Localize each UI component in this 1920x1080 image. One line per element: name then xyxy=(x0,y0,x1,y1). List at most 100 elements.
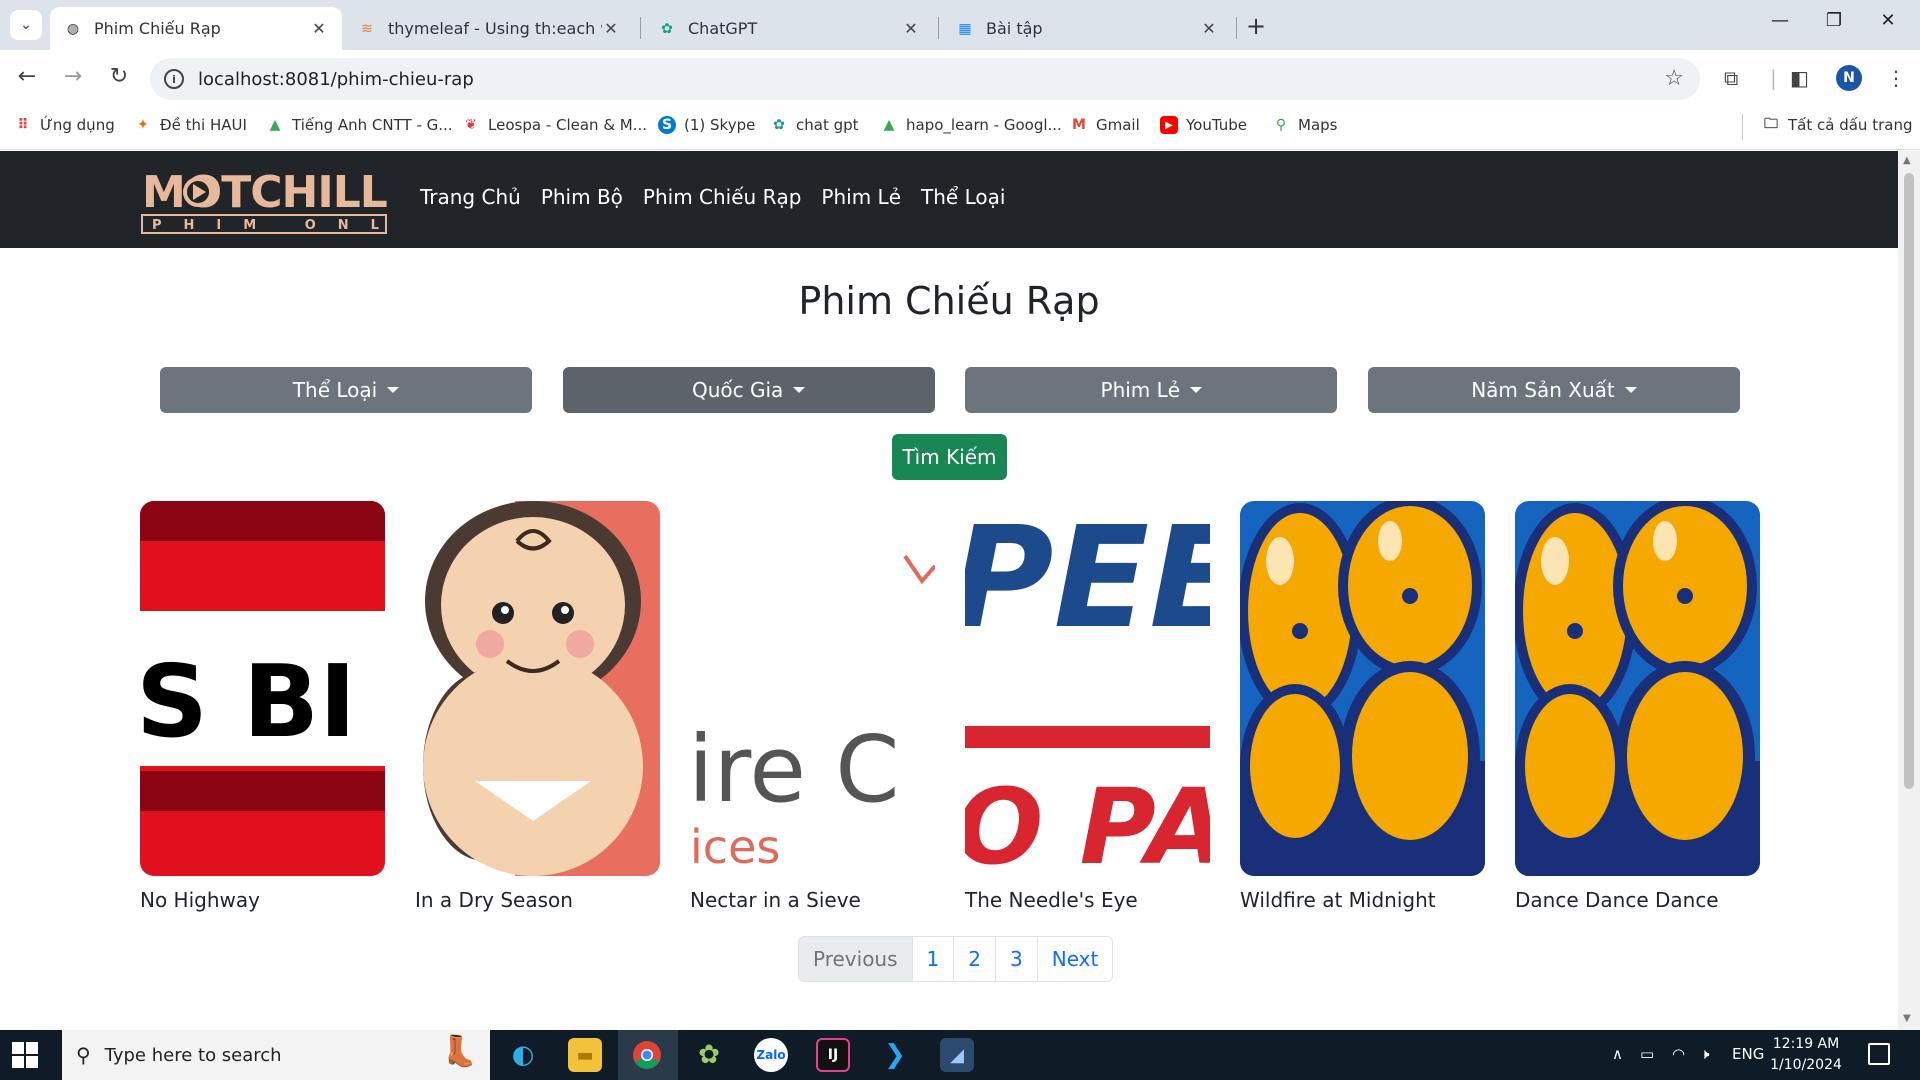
site-logo[interactable]: MOTCHILL PHIM ONLINE xyxy=(140,165,470,235)
notification-icon[interactable] xyxy=(1868,1043,1890,1065)
close-icon[interactable]: ✕ xyxy=(902,19,920,38)
filter-the-loai-dropdown[interactable]: Thể Loại xyxy=(160,367,532,413)
movie-title[interactable]: The Needle's Eye xyxy=(965,888,1210,912)
back-icon[interactable]: ← xyxy=(12,64,42,89)
nav-the-loai[interactable]: Thể Loại xyxy=(921,185,1005,209)
movie-card[interactable]: Wildfire at Midnight xyxy=(1240,501,1485,912)
pagination: Previous 1 2 3 Next xyxy=(798,936,1114,982)
pagination-page-1[interactable]: 1 xyxy=(911,937,954,981)
reload-icon[interactable]: ↻ xyxy=(104,64,134,89)
movie-card[interactable]: PEE O PAR The Needle's Eye xyxy=(965,501,1210,912)
file-explorer-icon[interactable]: ▬ xyxy=(568,1038,602,1072)
bookmark-leospa[interactable]: ❦ Leospa - Clean & M... xyxy=(462,116,647,134)
tab-bai-tap[interactable]: ▦ Bài tập ✕ xyxy=(942,7,1232,50)
bookmark-apps[interactable]: ⠿ Ứng dụng xyxy=(14,116,115,134)
windows-taskbar: ⚲ Type here to search 👢 ◐ ▬ ✿ Zalo IJ ❯ … xyxy=(0,1030,1920,1080)
bookmark-gmail[interactable]: M Gmail xyxy=(1070,116,1140,134)
edge-icon[interactable]: ◐ xyxy=(506,1038,540,1072)
nav-trang-chu[interactable]: Trang Chủ xyxy=(420,185,521,209)
minimize-icon[interactable]: — xyxy=(1760,10,1800,31)
tab-search-button[interactable]: ⌄ xyxy=(10,10,42,40)
movie-poster[interactable]: S BI xyxy=(140,501,385,876)
filter-quoc-gia-dropdown[interactable]: Quốc Gia xyxy=(562,367,935,413)
language-indicator[interactable]: ENG xyxy=(1732,1045,1764,1063)
window-close-icon[interactable]: ✕ xyxy=(1868,10,1908,31)
tab-separator xyxy=(640,17,641,39)
tab-thymeleaf[interactable]: ≋ thymeleaf - Using th:each with ✕ xyxy=(344,7,634,50)
movie-title[interactable]: No Highway xyxy=(140,888,385,912)
movie-poster[interactable] xyxy=(415,501,660,876)
system-clock[interactable]: 12:19 AM 1/10/2024 xyxy=(1762,1034,1850,1076)
movie-card[interactable]: ire C ices Nectar in a Sieve xyxy=(690,501,935,912)
movie-title[interactable]: Dance Dance Dance xyxy=(1515,888,1760,912)
battery-icon[interactable]: ▭ xyxy=(1640,1045,1654,1063)
pagination-next[interactable]: Next xyxy=(1036,937,1113,981)
search-button[interactable]: Tìm Kiếm xyxy=(892,434,1007,480)
bookmark-chat-gpt[interactable]: ✿ chat gpt xyxy=(770,116,859,134)
close-icon[interactable]: ✕ xyxy=(602,19,620,38)
windows-start-icon[interactable] xyxy=(12,1042,38,1068)
pagination-previous[interactable]: Previous xyxy=(799,937,912,981)
tab-phim-chieu-rap[interactable]: ◍ Phim Chiếu Rạp ✕ xyxy=(50,7,342,50)
bookmark-maps[interactable]: ⚲ Maps xyxy=(1272,116,1338,134)
movie-card[interactable]: Dance Dance Dance xyxy=(1515,501,1760,912)
movie-poster[interactable]: PEE O PAR xyxy=(965,501,1210,876)
sql-server-icon[interactable]: ◢ xyxy=(940,1038,974,1072)
bookmark-skype[interactable]: S (1) Skype xyxy=(658,116,755,134)
chrome-logo-icon xyxy=(633,1041,661,1069)
extensions-icon[interactable]: ⧉ xyxy=(1724,66,1738,90)
movie-card[interactable]: In a Dry Season xyxy=(415,501,660,912)
profile-avatar[interactable]: N xyxy=(1836,65,1862,91)
movie-poster[interactable]: ire C ices xyxy=(690,501,935,876)
bookmark-tieng-anh-cntt[interactable]: ▲ Tiếng Anh CNTT - G... xyxy=(266,116,453,134)
bookmark-label: chat gpt xyxy=(796,116,859,134)
poster-image xyxy=(1515,501,1760,876)
chatgpt-app-icon[interactable]: ✿ xyxy=(692,1038,726,1072)
filter-phim-le-dropdown[interactable]: Phim Lẻ xyxy=(965,367,1338,413)
nav-phim-chieu-rap[interactable]: Phim Chiếu Rạp xyxy=(643,185,802,209)
filter-nam-san-xuat-dropdown[interactable]: Năm Sản Xuất xyxy=(1367,367,1740,413)
nav-phim-bo[interactable]: Phim Bộ xyxy=(541,185,623,209)
scroll-up-icon[interactable]: ▲ xyxy=(1903,155,1911,166)
scroll-down-icon[interactable]: ▼ xyxy=(1903,1013,1911,1024)
tray-chevron-up-icon[interactable]: ∧ xyxy=(1612,1045,1623,1063)
address-bar[interactable]: i localhost:8081/phim-chieu-rap ☆ xyxy=(150,58,1700,100)
gmail-icon: M xyxy=(1072,117,1086,133)
zalo-icon[interactable]: Zalo xyxy=(754,1038,788,1072)
movie-title[interactable]: Nectar in a Sieve xyxy=(690,888,935,912)
taskbar-search[interactable]: ⚲ Type here to search 👢 xyxy=(62,1030,490,1080)
restore-icon[interactable]: ❐ xyxy=(1814,10,1854,31)
movie-poster[interactable] xyxy=(1240,501,1485,876)
poster-image xyxy=(415,501,660,876)
svg-text:S BI: S BI xyxy=(140,643,356,760)
all-bookmarks[interactable]: 🗀 Tất cả dấu trang xyxy=(1762,116,1912,134)
wifi-icon[interactable]: ◠ xyxy=(1672,1045,1685,1063)
bookmark-star-icon[interactable]: ☆ xyxy=(1664,66,1684,91)
main-nav: Trang Chủ Phim Bộ Phim Chiếu Rạp Phim Lẻ… xyxy=(420,185,1005,209)
scroll-thumb[interactable] xyxy=(1904,173,1914,789)
site-info-icon[interactable]: i xyxy=(164,69,184,89)
movie-card[interactable]: S BI No Highway xyxy=(140,501,385,912)
new-tab-icon[interactable]: + xyxy=(1246,12,1266,40)
bookmark-de-thi-haui[interactable]: ✦ Đề thi HAUI xyxy=(134,116,247,134)
pagination-page-3[interactable]: 3 xyxy=(995,937,1037,981)
movie-title[interactable]: Wildfire at Midnight xyxy=(1240,888,1485,912)
nav-phim-le[interactable]: Phim Lẻ xyxy=(821,185,901,209)
globe-icon: ◍ xyxy=(66,20,80,37)
bookmark-youtube[interactable]: ▶ YouTube xyxy=(1160,116,1247,134)
close-icon[interactable]: ✕ xyxy=(1200,19,1218,38)
chrome-icon[interactable] xyxy=(630,1038,664,1072)
volume-muted-icon[interactable]: 🕨 xyxy=(1700,1045,1709,1063)
more-menu-icon[interactable]: ⋮ xyxy=(1886,66,1906,90)
forward-icon[interactable]: → xyxy=(58,64,88,89)
side-panel-icon[interactable]: ◧ xyxy=(1790,66,1809,90)
tab-chatgpt[interactable]: ✿ ChatGPT ✕ xyxy=(644,7,934,50)
close-icon[interactable]: ✕ xyxy=(310,19,328,38)
pagination-page-2[interactable]: 2 xyxy=(953,937,995,981)
page-scrollbar[interactable]: ▲ ▼ xyxy=(1898,151,1920,1030)
movie-title[interactable]: In a Dry Season xyxy=(415,888,660,912)
bookmark-hapo-learn[interactable]: ▲ hapo_learn - Googl... xyxy=(880,116,1062,134)
movie-poster[interactable] xyxy=(1515,501,1760,876)
vscode-icon[interactable]: ❯ xyxy=(878,1038,912,1072)
intellij-icon[interactable]: IJ xyxy=(816,1038,850,1072)
